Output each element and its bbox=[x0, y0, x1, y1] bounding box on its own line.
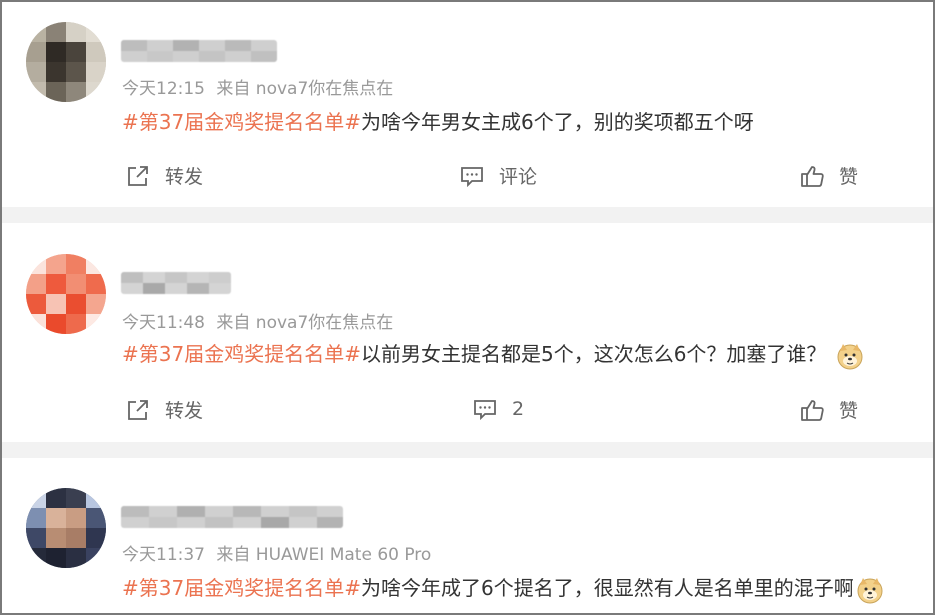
comment-body: 为啥今年成了6个提名了，很显然有人是名单里的混子啊 bbox=[360, 576, 854, 600]
hashtag-link[interactable]: #第37届金鸡奖提名名单# bbox=[122, 110, 361, 134]
comment-meta: 今天11:48 来自 nova7你在焦点在 bbox=[122, 308, 399, 333]
comment-time: 今天12:15 bbox=[122, 79, 205, 99]
comment-source[interactable]: 来自 HUAWEI Mate 60 Pro bbox=[216, 545, 431, 565]
comment-feed: 今天12:15 来自 nova7你在焦点在 #第37届金鸡奖提名名单#为啥今年男… bbox=[0, 0, 935, 615]
comment-text: #第37届金鸡奖提名名单#以前男女主提名都是5个，这次怎么6个？加塞了谁？ bbox=[122, 338, 864, 370]
comment-source[interactable]: 来自 nova7你在焦点在 bbox=[216, 79, 393, 99]
comment-text: #第37届金鸡奖提名名单#为啥今年男女主成6个了，别的奖项都五个呀 bbox=[122, 106, 754, 135]
comment-icon bbox=[461, 166, 483, 187]
repost-label: 转发 bbox=[165, 166, 204, 188]
comment-label: 评论 bbox=[499, 166, 538, 188]
comment-meta: 今天12:15 来自 nova7你在焦点在 bbox=[122, 74, 399, 99]
comment-source[interactable]: 来自 nova7你在焦点在 bbox=[216, 313, 393, 333]
comment-text: #第37届金鸡奖提名名单#为啥今年成了6个提名了，很显然有人是名单里的混子啊 bbox=[122, 572, 884, 604]
separator bbox=[2, 207, 933, 223]
comment-item: 今天11:37 来自 HUAWEI Mate 60 Pro #第37届金鸡奖提名… bbox=[2, 460, 933, 613]
repost-button[interactable]: 转发 bbox=[125, 162, 203, 189]
comment-count: 2 bbox=[512, 398, 525, 420]
repost-icon bbox=[128, 399, 148, 420]
like-button[interactable]: 赞 bbox=[799, 162, 858, 189]
doge-emoji-icon bbox=[857, 577, 883, 603]
action-bar: 转发 2 赞 bbox=[2, 396, 933, 426]
thumbs-up-icon bbox=[801, 399, 824, 421]
avatar[interactable] bbox=[26, 488, 106, 568]
comment-meta: 今天11:37 来自 HUAWEI Mate 60 Pro bbox=[122, 540, 437, 565]
comment-item: 今天11:48 来自 nova7你在焦点在 #第37届金鸡奖提名名单#以前男女主… bbox=[2, 224, 933, 429]
like-label: 赞 bbox=[839, 400, 859, 422]
repost-icon bbox=[128, 165, 148, 186]
avatar[interactable] bbox=[26, 22, 106, 102]
action-bar: 转发 评论 赞 bbox=[2, 162, 933, 192]
comment-button[interactable]: 2 bbox=[472, 396, 524, 422]
separator bbox=[2, 442, 933, 458]
repost-label: 转发 bbox=[165, 400, 204, 422]
like-button[interactable]: 赞 bbox=[799, 396, 858, 423]
comment-body: 为啥今年男女主成6个了，别的奖项都五个呀 bbox=[360, 110, 754, 134]
hashtag-link[interactable]: #第37届金鸡奖提名名单# bbox=[122, 342, 361, 366]
doge-emoji-icon bbox=[837, 343, 863, 369]
comment-icon bbox=[474, 400, 496, 421]
username-blurred[interactable] bbox=[121, 506, 343, 528]
avatar[interactable] bbox=[26, 254, 106, 334]
thumbs-up-icon bbox=[801, 165, 824, 187]
comment-body: 以前男女主提名都是5个，这次怎么6个？加塞了谁？ bbox=[360, 342, 827, 366]
comment-item: 今天12:15 来自 nova7你在焦点在 #第37届金鸡奖提名名单#为啥今年男… bbox=[2, 2, 933, 207]
comment-button[interactable]: 评论 bbox=[459, 162, 537, 189]
comment-time: 今天11:37 bbox=[122, 545, 205, 565]
hashtag-link[interactable]: #第37届金鸡奖提名名单# bbox=[122, 576, 361, 600]
repost-button[interactable]: 转发 bbox=[125, 396, 203, 423]
like-label: 赞 bbox=[839, 166, 859, 188]
comment-time: 今天11:48 bbox=[122, 313, 205, 333]
username-blurred[interactable] bbox=[121, 40, 277, 62]
username-blurred[interactable] bbox=[121, 272, 231, 294]
